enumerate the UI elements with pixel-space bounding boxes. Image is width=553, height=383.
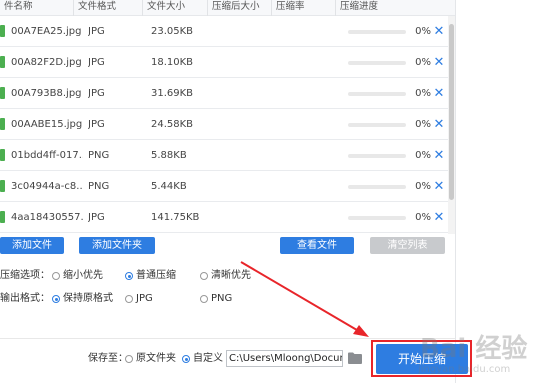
- close-icon[interactable]: ✕: [433, 47, 445, 78]
- folder-icon[interactable]: [348, 352, 362, 364]
- progress-bar: [348, 61, 406, 65]
- progress-bar: [348, 154, 406, 158]
- column-header-ratio[interactable]: 压缩率: [272, 0, 336, 16]
- save-to-options: 保存至： 原文件夹 自定义: [88, 351, 228, 367]
- radio-smaller-first[interactable]: [52, 272, 60, 280]
- radio-label-jpg[interactable]: JPG: [136, 291, 153, 307]
- file-format: JPG: [88, 26, 105, 37]
- file-image-icon: [0, 118, 5, 130]
- output-format-label: 输出格式：: [0, 293, 50, 304]
- clear-list-button[interactable]: 清空列表: [370, 237, 445, 254]
- close-icon[interactable]: ✕: [433, 140, 445, 171]
- file-format: JPG: [88, 119, 105, 130]
- file-image-icon: [0, 180, 5, 192]
- column-header-progress[interactable]: 压缩进度: [336, 0, 455, 16]
- close-icon[interactable]: ✕: [433, 78, 445, 109]
- file-name: 3c04944a-c8...: [11, 181, 83, 192]
- close-icon[interactable]: ✕: [433, 171, 445, 202]
- progress-bar: [348, 123, 406, 127]
- table-row[interactable]: 00A7EA25.jpg JPG 23.05KB 0% ✕: [0, 16, 448, 47]
- file-size: 5.88KB: [151, 150, 187, 161]
- column-header-size[interactable]: 文件大小: [143, 0, 208, 16]
- file-name: 00A82F2D.jpg: [11, 57, 82, 68]
- file-table: 00A7EA25.jpg JPG 23.05KB 0% ✕ 00A82F2D.j…: [0, 16, 448, 234]
- scrollbar-thumb[interactable]: [449, 24, 454, 200]
- save-path-input[interactable]: C:\Users\Mloong\Docume: [226, 350, 343, 367]
- panel-divider: [455, 0, 456, 383]
- file-size: 5.44KB: [151, 181, 187, 192]
- progress-percent: 0%: [415, 150, 431, 161]
- radio-jpg[interactable]: [125, 295, 133, 303]
- radio-normal-compress[interactable]: [125, 272, 133, 280]
- view-file-button[interactable]: 查看文件: [280, 237, 354, 254]
- file-name: 00A793B8.jpg: [11, 88, 82, 99]
- radio-custom-folder[interactable]: [182, 355, 190, 363]
- close-icon[interactable]: ✕: [433, 109, 445, 140]
- highlight-box: [371, 340, 472, 377]
- column-header-compressed-size[interactable]: 压缩后大小: [208, 0, 272, 16]
- file-size: 31.69KB: [151, 88, 194, 99]
- footer-divider: [0, 338, 455, 339]
- column-header-name[interactable]: 件名称: [0, 0, 74, 16]
- progress-bar: [348, 30, 406, 34]
- file-size: 24.58KB: [151, 119, 194, 130]
- table-row[interactable]: 00AABE15.jpg JPG 24.58KB 0% ✕: [0, 109, 448, 140]
- save-to-label: 保存至：: [88, 353, 128, 364]
- progress-percent: 0%: [415, 119, 431, 130]
- radio-original-folder[interactable]: [125, 355, 133, 363]
- table-row[interactable]: 01bdd4ff-017... PNG 5.88KB 0% ✕: [0, 140, 448, 171]
- close-icon[interactable]: ✕: [433, 202, 445, 233]
- progress-percent: 0%: [415, 88, 431, 99]
- table-scrollbar[interactable]: [448, 16, 455, 234]
- radio-keep-format[interactable]: [52, 295, 60, 303]
- file-size: 18.10KB: [151, 57, 194, 68]
- progress-percent: 0%: [415, 181, 431, 192]
- file-format: JPG: [88, 88, 105, 99]
- file-image-icon: [0, 211, 5, 223]
- table-row[interactable]: 4aa18430557... JPG 141.75KB 0% ✕: [0, 202, 448, 233]
- add-file-button[interactable]: 添加文件: [0, 237, 64, 254]
- radio-label-smaller-first[interactable]: 缩小优先: [63, 268, 103, 284]
- file-image-icon: [0, 56, 5, 68]
- progress-percent: 0%: [415, 212, 431, 223]
- progress-bar: [348, 92, 406, 96]
- file-format: PNG: [88, 181, 110, 192]
- compress-options-label: 压缩选项：: [0, 270, 50, 281]
- table-row[interactable]: 00A793B8.jpg JPG 31.69KB 0% ✕: [0, 78, 448, 109]
- compress-options: 压缩选项： 缩小优先 普通压缩 清晰优先: [0, 268, 300, 284]
- column-header-format[interactable]: 文件格式: [74, 0, 143, 16]
- file-image-icon: [0, 25, 5, 37]
- file-image-icon: [0, 149, 5, 161]
- add-folder-button[interactable]: 添加文件夹: [79, 237, 155, 254]
- file-size: 141.75KB: [151, 212, 200, 223]
- file-format: JPG: [88, 212, 105, 223]
- radio-label-png[interactable]: PNG: [211, 291, 232, 307]
- file-table-header: 件名称 文件格式 文件大小 压缩后大小 压缩率 压缩进度: [0, 0, 455, 16]
- radio-label-keep-format[interactable]: 保持原格式: [63, 291, 113, 307]
- file-image-icon: [0, 87, 5, 99]
- radio-png[interactable]: [200, 295, 208, 303]
- file-size: 23.05KB: [151, 26, 194, 37]
- radio-clarity-first[interactable]: [200, 272, 208, 280]
- file-name: 4aa18430557...: [11, 212, 83, 223]
- output-format-options: 输出格式： 保持原格式 JPG PNG: [0, 291, 300, 307]
- progress-percent: 0%: [415, 57, 431, 68]
- progress-bar: [348, 216, 406, 220]
- table-row[interactable]: 00A82F2D.jpg JPG 18.10KB 0% ✕: [0, 47, 448, 78]
- file-format: JPG: [88, 57, 105, 68]
- table-row[interactable]: 3c04944a-c8... PNG 5.44KB 0% ✕: [0, 171, 448, 202]
- progress-bar: [348, 185, 406, 189]
- radio-label-normal-compress[interactable]: 普通压缩: [136, 268, 176, 284]
- file-name: 00AABE15.jpg: [11, 119, 83, 130]
- progress-percent: 0%: [415, 26, 431, 37]
- radio-label-original-folder[interactable]: 原文件夹: [136, 351, 176, 367]
- close-icon[interactable]: ✕: [433, 16, 445, 47]
- file-format: PNG: [88, 150, 110, 161]
- file-name: 01bdd4ff-017...: [11, 150, 83, 161]
- radio-label-clarity-first[interactable]: 清晰优先: [211, 268, 251, 284]
- radio-label-custom-folder[interactable]: 自定义: [193, 351, 223, 367]
- file-name: 00A7EA25.jpg: [11, 26, 82, 37]
